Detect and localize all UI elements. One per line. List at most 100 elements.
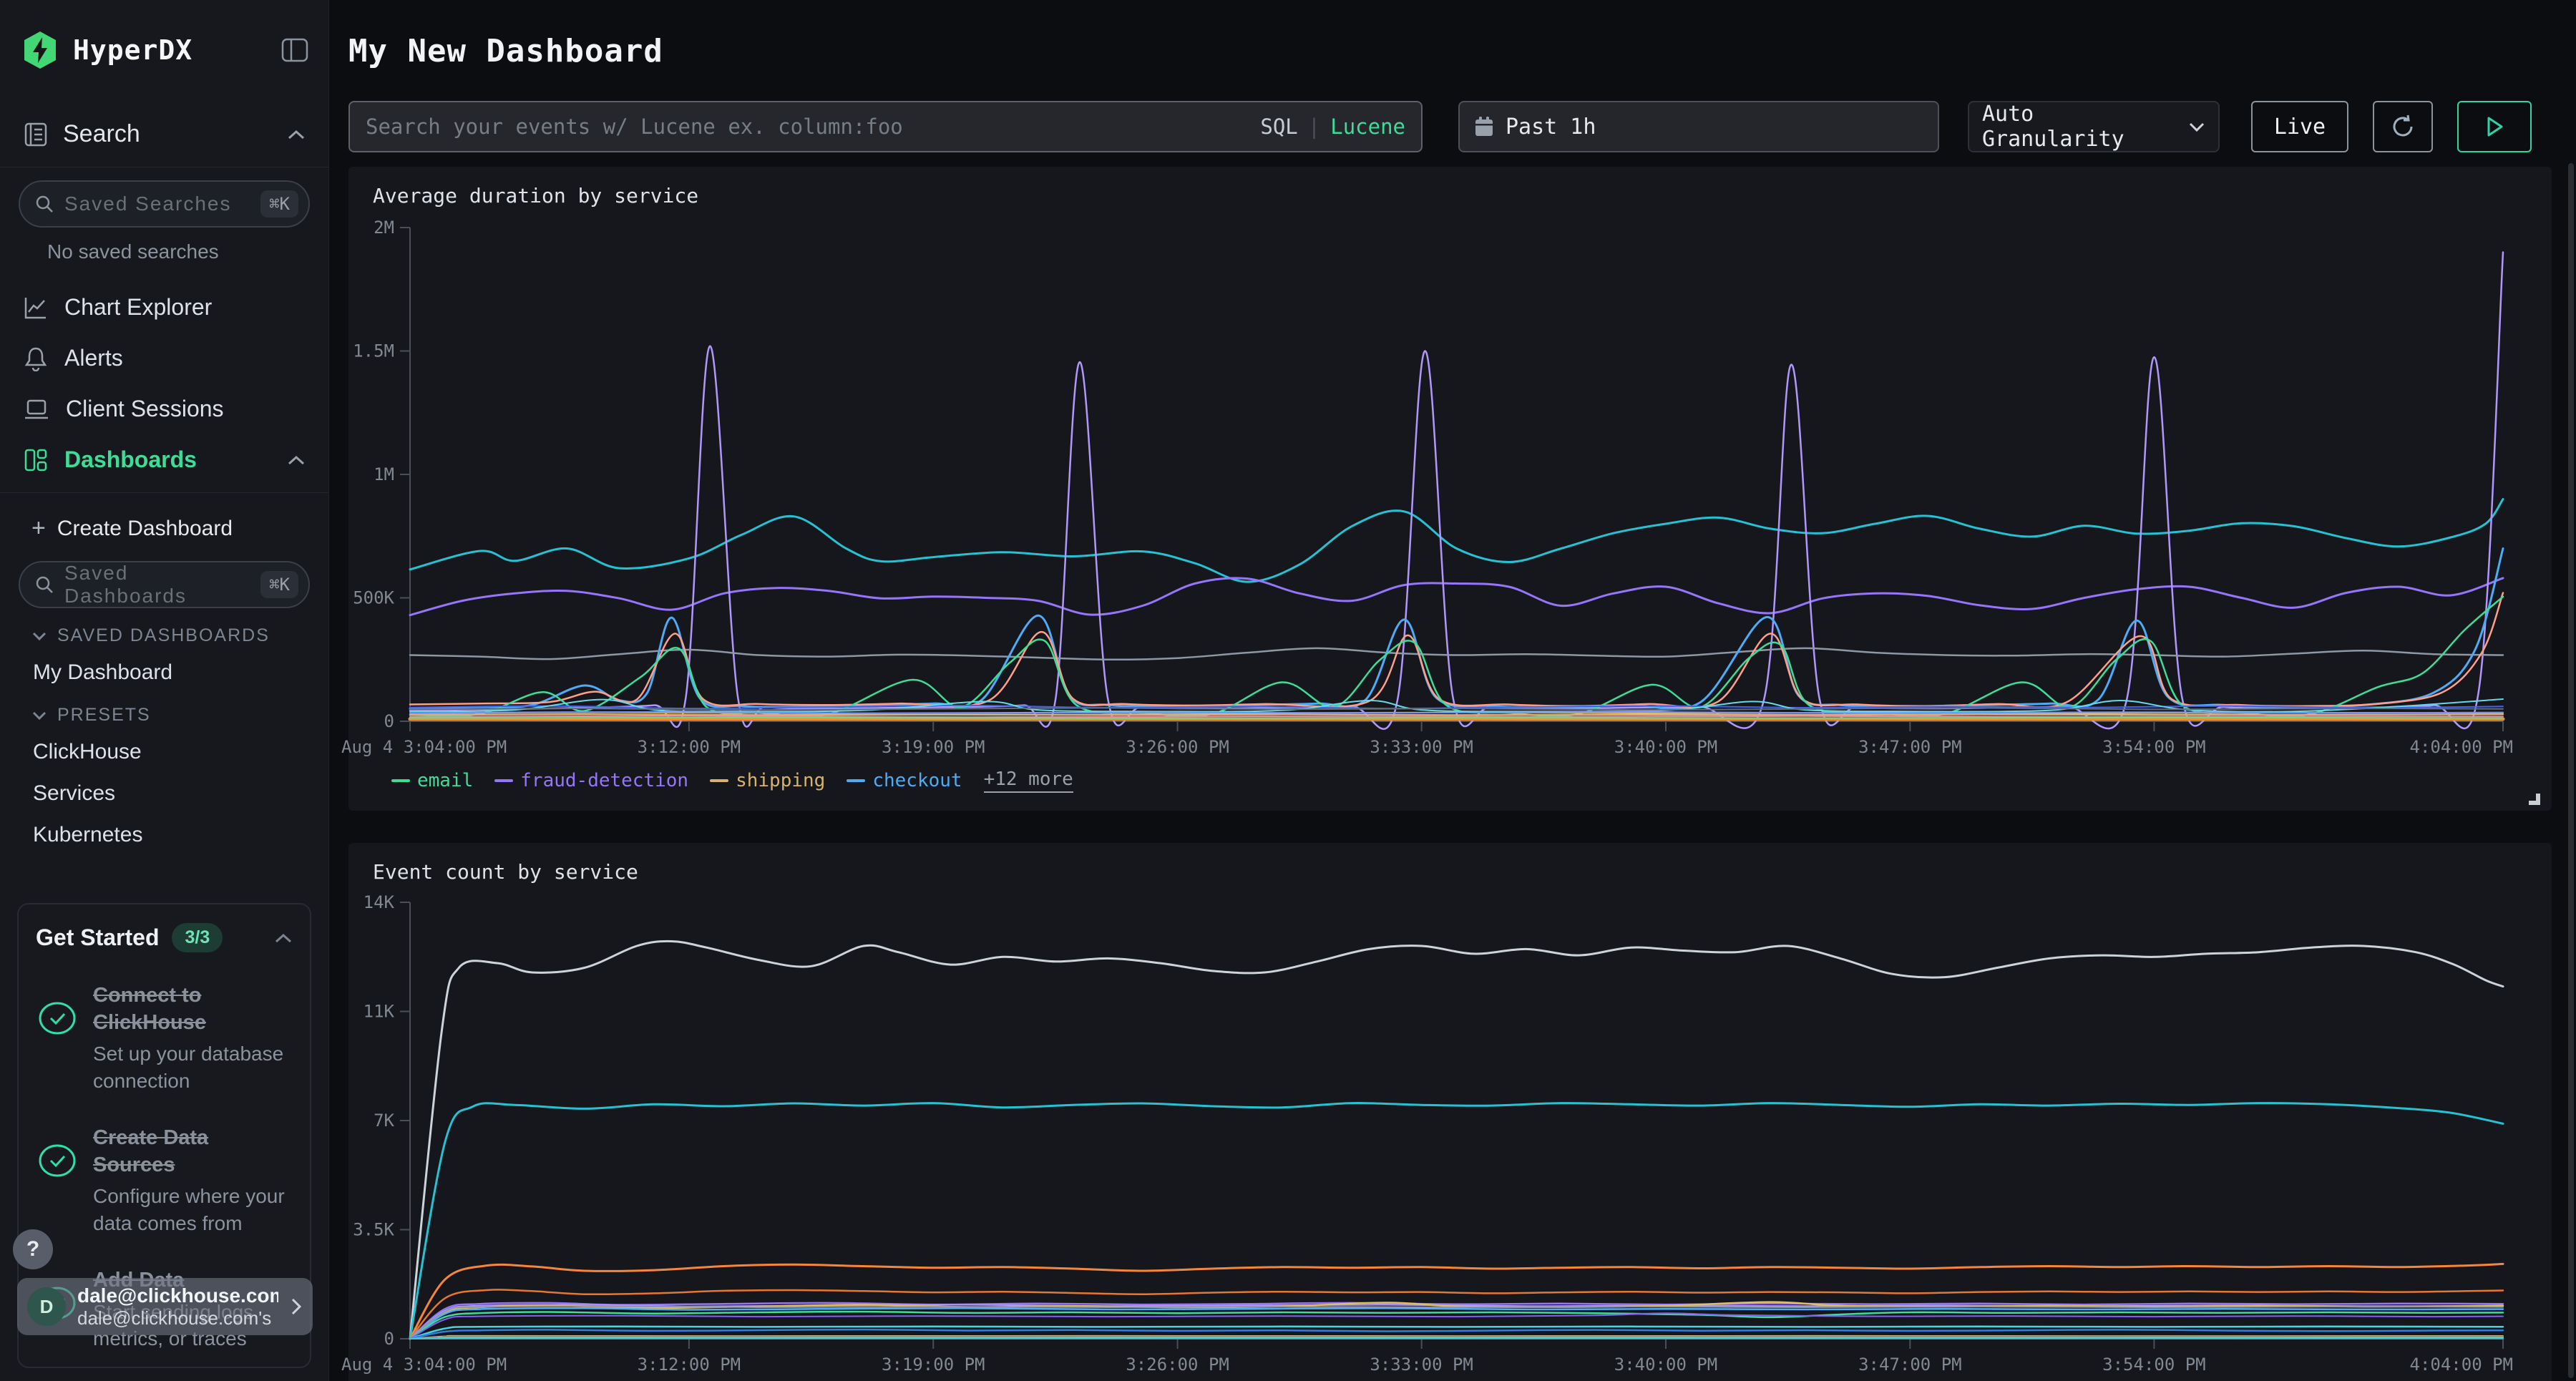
svg-text:500K: 500K <box>353 588 394 608</box>
average-duration-chart: 2M1.5M1M500K0Aug 4 3:04:00 PM3:12:00 PM3… <box>348 213 2524 764</box>
sidebar-item-my-dashboard[interactable]: My Dashboard <box>16 652 313 693</box>
saved-dashboards-input[interactable]: Saved Dashboards ⌘K <box>19 561 310 608</box>
bell-icon <box>23 346 49 371</box>
user-email: dale@clickhouse.com <box>77 1284 278 1307</box>
svg-text:Aug 4 3:04:00 PM: Aug 4 3:04:00 PM <box>341 737 507 757</box>
granularity-value: Auto Granularity <box>1982 102 2188 152</box>
chart-title: Event count by service <box>348 843 2552 884</box>
event-count-chart: 14K11K7K3.5K0Aug 4 3:04:00 PM3:12:00 PM3… <box>348 889 2524 1376</box>
legend-item[interactable]: email <box>391 770 473 791</box>
sidebar-item-dashboards[interactable]: Dashboards <box>16 434 313 485</box>
time-range-picker[interactable]: Past 1h <box>1458 101 1939 152</box>
user-team: dale@clickhouse.com's <box>77 1307 278 1329</box>
dashboards-grid-icon <box>23 447 49 473</box>
sidebar-item-clickhouse[interactable]: ClickHouse <box>16 731 313 773</box>
sidebar-item-alerts[interactable]: Alerts <box>16 333 313 384</box>
search-input[interactable] <box>366 114 1250 139</box>
no-saved-searches-text: No saved searches <box>47 240 313 263</box>
lucene-mode-toggle[interactable]: Lucene <box>1330 114 1405 139</box>
sidebar-item-label: Dashboards <box>64 446 271 473</box>
mode-divider: | <box>1308 114 1320 139</box>
svg-text:4:04:00 PM: 4:04:00 PM <box>2410 737 2514 757</box>
saved-dashboards-section-toggle[interactable]: SAVED DASHBOARDS <box>16 614 313 652</box>
create-dashboard-button[interactable]: + Create Dashboard <box>16 500 313 548</box>
legend-item[interactable]: checkout <box>847 770 962 791</box>
svg-text:3:54:00 PM: 3:54:00 PM <box>2102 737 2206 757</box>
chevron-up-icon[interactable] <box>274 932 293 944</box>
chevron-up-icon <box>287 129 306 140</box>
get-started-progress-badge: 3/3 <box>172 923 223 952</box>
legend-more-link[interactable]: +12 more <box>984 768 1073 793</box>
brand-name: HyperDX <box>73 34 268 66</box>
chevron-right-icon <box>290 1297 303 1317</box>
sidebar-item-kubernetes[interactable]: Kubernetes <box>16 814 313 856</box>
presets-section-toggle[interactable]: PRESETS <box>16 693 313 731</box>
svg-text:3:47:00 PM: 3:47:00 PM <box>1858 737 1962 757</box>
search-icon <box>34 194 54 214</box>
time-range-value: Past 1h <box>1506 114 1596 140</box>
checklist-item-sources[interactable]: Create Data Sources Configure where your… <box>36 1125 293 1237</box>
sql-mode-toggle[interactable]: SQL <box>1260 114 1297 139</box>
svg-text:2M: 2M <box>374 218 394 238</box>
sidebar-item-services[interactable]: Services <box>16 773 313 814</box>
svg-text:3:26:00 PM: 3:26:00 PM <box>1126 737 1229 757</box>
laptop-icon <box>23 396 50 422</box>
logo-row: HyperDX <box>16 24 313 76</box>
svg-text:3:33:00 PM: 3:33:00 PM <box>1370 737 1473 757</box>
svg-text:0: 0 <box>384 1329 394 1349</box>
saved-dashboards-placeholder: Saved Dashboards <box>64 562 250 607</box>
sidebar-item-search[interactable]: Search <box>16 109 313 160</box>
play-icon <box>2484 115 2505 138</box>
legend-item[interactable]: fraud-detection <box>494 770 688 791</box>
svg-text:3:12:00 PM: 3:12:00 PM <box>638 737 741 757</box>
chart-panel-average-duration: Average duration by service 2M1.5M1M500K… <box>348 167 2552 811</box>
chart-panel-event-count: Event count by service 14K11K7K3.5K0Aug … <box>348 843 2552 1381</box>
svg-text:3:33:00 PM: 3:33:00 PM <box>1370 1355 1473 1375</box>
svg-text:3:47:00 PM: 3:47:00 PM <box>1858 1355 1962 1375</box>
svg-text:Aug 4 3:04:00 PM: Aug 4 3:04:00 PM <box>341 1355 507 1375</box>
collapse-sidebar-icon[interactable] <box>281 38 308 62</box>
svg-text:11K: 11K <box>364 1002 395 1022</box>
vertical-scrollbar[interactable] <box>2568 163 2574 1378</box>
refresh-button[interactable] <box>2373 101 2433 152</box>
svg-text:3:19:00 PM: 3:19:00 PM <box>882 737 985 757</box>
search-icon <box>34 575 54 595</box>
sidebar-item-chart-explorer[interactable]: Chart Explorer <box>16 282 313 333</box>
svg-text:14K: 14K <box>364 892 395 912</box>
svg-text:3:26:00 PM: 3:26:00 PM <box>1126 1355 1229 1375</box>
chart-explorer-icon <box>23 295 49 321</box>
legend-item[interactable]: shipping <box>710 770 825 791</box>
check-circle-icon <box>36 982 79 1095</box>
chevron-down-icon <box>31 631 47 641</box>
hyperdx-logo-icon[interactable] <box>20 30 60 70</box>
event-search-box[interactable]: SQL | Lucene <box>348 101 1423 152</box>
chart-legend: email fraud-detection shipping checkout +12 … <box>391 768 2552 793</box>
avatar: D <box>27 1287 66 1326</box>
sidebar-item-label: Search <box>63 120 273 148</box>
shortcut-badge: ⌘K <box>260 571 298 598</box>
granularity-select[interactable]: Auto Granularity <box>1968 101 2220 152</box>
svg-text:7K: 7K <box>374 1111 394 1131</box>
sidebar-item-client-sessions[interactable]: Client Sessions <box>16 384 313 434</box>
refresh-icon <box>2390 114 2416 140</box>
sidebar-item-label: Chart Explorer <box>64 294 306 321</box>
svg-text:3:19:00 PM: 3:19:00 PM <box>882 1355 985 1375</box>
chevron-up-icon <box>287 454 306 466</box>
sidebar: HyperDX Search <box>0 0 329 1381</box>
page-title: My New Dashboard <box>348 33 2576 69</box>
run-query-button[interactable] <box>2457 101 2532 152</box>
search-section-icon <box>23 122 49 147</box>
live-button[interactable]: Live <box>2251 101 2348 152</box>
plus-icon: + <box>31 514 46 542</box>
main-content: My New Dashboard SQL | Lucene Past 1h <box>329 0 2576 1381</box>
user-menu[interactable]: D dale@clickhouse.com dale@clickhouse.co… <box>17 1278 313 1335</box>
chevron-down-icon <box>31 711 47 721</box>
shortcut-badge: ⌘K <box>260 190 298 218</box>
divider <box>0 492 328 493</box>
checklist-item-connect[interactable]: Connect to ClickHouse Set up your databa… <box>36 982 293 1095</box>
sidebar-item-label: Alerts <box>64 345 306 371</box>
saved-searches-input[interactable]: Saved Searches ⌘K <box>19 180 310 228</box>
panel-resize-handle[interactable] <box>2529 794 2540 805</box>
svg-text:3:12:00 PM: 3:12:00 PM <box>638 1355 741 1375</box>
help-button[interactable]: ? <box>13 1229 53 1269</box>
